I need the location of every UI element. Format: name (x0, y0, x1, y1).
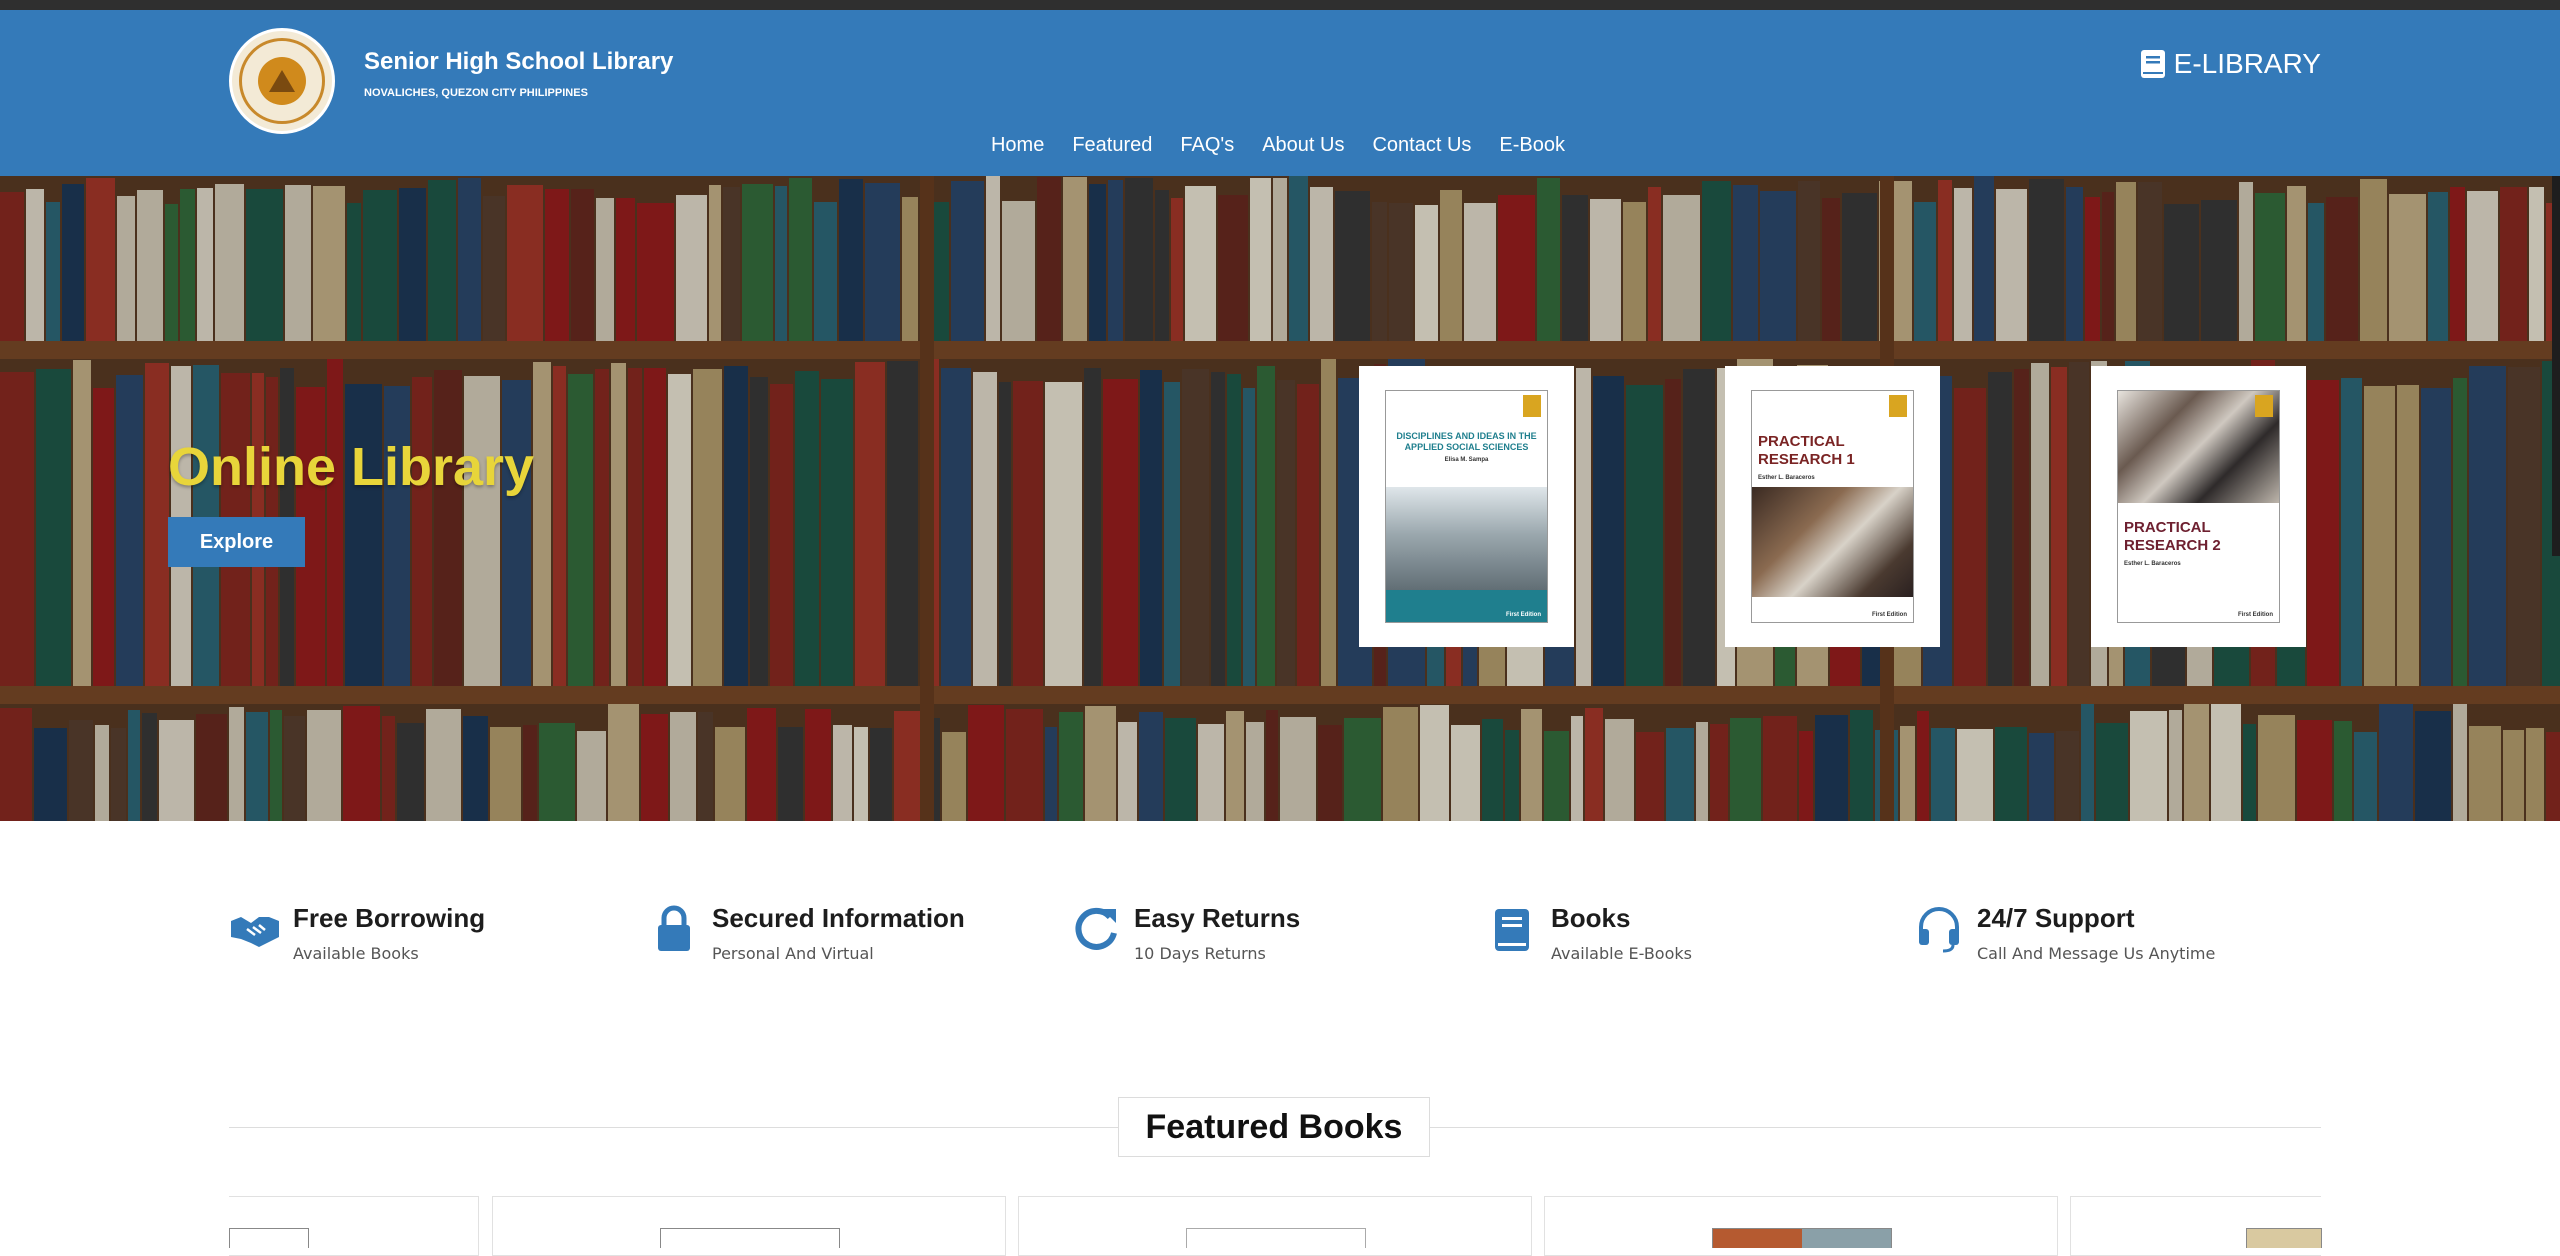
feature-title: Easy Returns (1134, 903, 1301, 933)
featured-books-heading: Featured Books (1118, 1097, 1430, 1157)
handshake-icon (231, 917, 279, 947)
feature-subtitle: Call And Message Us Anytime (1977, 944, 2216, 963)
page-scrollbar[interactable] (2552, 176, 2560, 556)
book-cover-edition-1: First Edition (1506, 612, 1541, 618)
browser-top-strip (0, 0, 2560, 10)
nav-ebook[interactable]: E-Book (1485, 134, 1579, 157)
explore-button[interactable]: Explore (168, 517, 305, 567)
hero-book-card-3[interactable]: PRACTICAL RESEARCH 2 Esther L. Baraceros… (2091, 366, 2306, 647)
featured-book-card[interactable] (1544, 1196, 2058, 1256)
feature-support: 24/7 Support Call And Message Us Anytime (1913, 903, 2215, 963)
book-cover-author-1: Elisa M. Sampa (1444, 457, 1489, 463)
publisher-crown-icon (1889, 395, 1907, 417)
hero-banner: Online Library Explore DISCIPLINES AND I… (0, 176, 2560, 821)
site-header: Senior High School Library NOVALICHES, Q… (0, 10, 2560, 176)
feature-title: 24/7 Support (1977, 903, 2135, 933)
headset-icon (1919, 907, 1959, 953)
logo-ring (239, 38, 325, 124)
book-cover-3: PRACTICAL RESEARCH 2 Esther L. Baraceros… (2117, 390, 2280, 623)
nav-about-us[interactable]: About Us (1248, 134, 1358, 157)
book-thumbnail (1712, 1228, 1892, 1248)
logo-core (258, 57, 306, 105)
feature-title: Secured Information (712, 903, 965, 933)
feature-title: Free Borrowing (293, 903, 486, 933)
featured-book-card[interactable] (2070, 1196, 2322, 1256)
feature-easy-returns: Easy Returns 10 Days Returns (1070, 903, 1300, 963)
feature-subtitle: Available E-Books (1551, 944, 1692, 963)
feature-secured-information: Secured Information Personal And Virtual (648, 903, 965, 963)
nav-faqs[interactable]: FAQ's (1166, 134, 1248, 157)
book-thumbnail (660, 1228, 840, 1248)
feature-subtitle: Available Books (293, 944, 419, 963)
nav-contact-us[interactable]: Contact Us (1358, 134, 1485, 157)
elibrary-link[interactable]: E-LIBRARY (2140, 48, 2321, 80)
hero-book-card-2[interactable]: PRACTICAL RESEARCH 1 Esther L. Baraceros… (1725, 366, 1940, 647)
book-cover-edition-3: First Edition (2238, 612, 2273, 618)
main-nav: Home Featured FAQ's About Us Contact Us … (0, 134, 2560, 157)
book-thumbnail (1186, 1228, 1366, 1248)
book-cover-edition-2: First Edition (1872, 612, 1907, 618)
site-subtitle: NOVALICHES, QUEZON CITY PHILIPPINES (364, 87, 588, 99)
book-cover-photo-2 (1752, 487, 1913, 597)
feature-subtitle: Personal And Virtual (712, 944, 874, 963)
publisher-crown-icon (1523, 395, 1541, 417)
feature-free-borrowing: Free Borrowing Available Books (229, 903, 485, 963)
book-cover-2: PRACTICAL RESEARCH 1 Esther L. Baraceros… (1751, 390, 1914, 623)
school-logo[interactable] (229, 28, 335, 134)
features-section: Free Borrowing Available Books Secured I… (0, 821, 2560, 1071)
redo-icon (1075, 907, 1117, 950)
featured-book-card[interactable] (492, 1196, 1006, 1256)
logo-triangle-icon (269, 70, 295, 92)
book-thumbnail (229, 1228, 309, 1248)
book-cover-title-3: PRACTICAL RESEARCH 2 (2124, 519, 2221, 554)
hero-title: Online Library (168, 437, 535, 497)
book-cover-title-1: DISCIPLINES AND IDEAS IN THE APPLIED SOC… (1396, 431, 1537, 452)
book-cover-author-2: Esther L. Baraceros (1758, 475, 1815, 481)
book-cover-title-2: PRACTICAL RESEARCH 1 (1758, 433, 1855, 468)
elibrary-label: E-LIBRARY (2173, 48, 2321, 79)
featured-book-card[interactable] (1018, 1196, 1532, 1256)
feature-subtitle: 10 Days Returns (1134, 944, 1266, 963)
site-title[interactable]: Senior High School Library (364, 48, 673, 76)
book-icon (1495, 909, 1529, 951)
book-icon (2140, 50, 2165, 78)
nav-home[interactable]: Home (977, 134, 1058, 157)
book-cover-1: DISCIPLINES AND IDEAS IN THE APPLIED SOC… (1385, 390, 1548, 623)
book-thumbnail (2246, 1228, 2322, 1248)
book-cover-author-3: Esther L. Baraceros (2124, 561, 2181, 567)
featured-book-card[interactable] (229, 1196, 479, 1256)
publisher-crown-icon (2255, 395, 2273, 417)
lock-icon (658, 905, 690, 951)
book-cover-photo-1 (1386, 487, 1547, 593)
feature-books: Books Available E-Books (1487, 903, 1692, 963)
hero-book-card-1[interactable]: DISCIPLINES AND IDEAS IN THE APPLIED SOC… (1359, 366, 1574, 647)
feature-title: Books (1551, 903, 1631, 933)
nav-featured[interactable]: Featured (1058, 134, 1166, 157)
